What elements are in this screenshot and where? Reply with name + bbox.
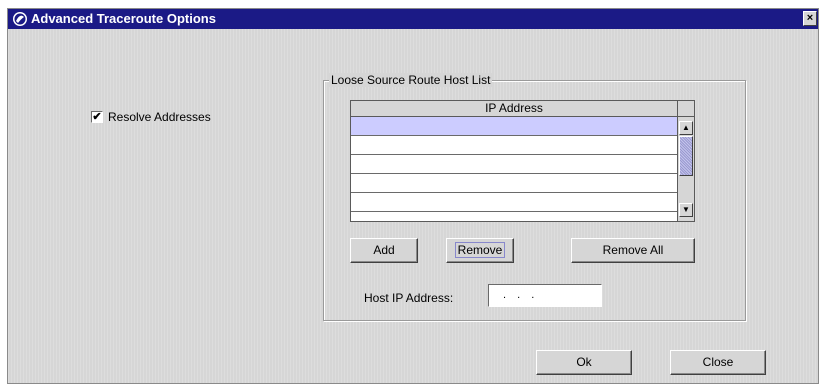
host-ip-address-input[interactable]: . . . <box>488 284 602 307</box>
host-ip-address-label: Host IP Address: <box>364 291 454 305</box>
remove-all-button[interactable]: Remove All <box>571 238 695 263</box>
add-button-label: Add <box>373 243 395 257</box>
close-button-label: Close <box>702 355 734 369</box>
loose-source-route-group: Loose Source Route Host List IP Address … <box>323 73 746 321</box>
ok-button[interactable]: Ok <box>536 350 632 375</box>
scroll-thumb[interactable] <box>679 136 693 176</box>
table-scrollbar[interactable]: ▲ ▼ <box>677 117 694 221</box>
table-row[interactable] <box>351 155 677 174</box>
close-button[interactable]: Close <box>670 350 766 375</box>
scroll-up-arrow-icon[interactable]: ▲ <box>679 121 693 135</box>
resolve-addresses-label: Resolve Addresses <box>108 110 211 124</box>
ok-button-label: Ok <box>576 355 592 369</box>
app-globe-icon <box>13 12 27 26</box>
resolve-addresses-checkbox[interactable]: ✔ <box>91 111 103 123</box>
ip-address-column-header[interactable]: IP Address <box>351 101 677 117</box>
title-bar[interactable]: Advanced Traceroute Options × <box>8 9 818 29</box>
remove-button[interactable]: Remove <box>446 238 514 263</box>
ip-address-table: IP Address ▲ ▼ <box>350 100 695 222</box>
scroll-down-arrow-icon[interactable]: ▼ <box>679 203 693 217</box>
table-row[interactable] <box>351 136 677 155</box>
window-title: Advanced Traceroute Options <box>31 11 216 26</box>
window-close-button[interactable]: × <box>803 11 817 26</box>
table-corner <box>677 101 694 117</box>
table-rows <box>351 117 677 212</box>
advanced-traceroute-dialog: Advanced Traceroute Options × ✔ Resolve … <box>7 8 819 384</box>
remove-all-button-label: Remove All <box>602 243 664 257</box>
table-row[interactable] <box>351 117 677 136</box>
remove-button-label: Remove <box>454 242 506 258</box>
table-row[interactable] <box>351 174 677 193</box>
group-legend: Loose Source Route Host List <box>329 73 493 87</box>
add-button[interactable]: Add <box>350 238 418 263</box>
table-row[interactable] <box>351 193 677 212</box>
